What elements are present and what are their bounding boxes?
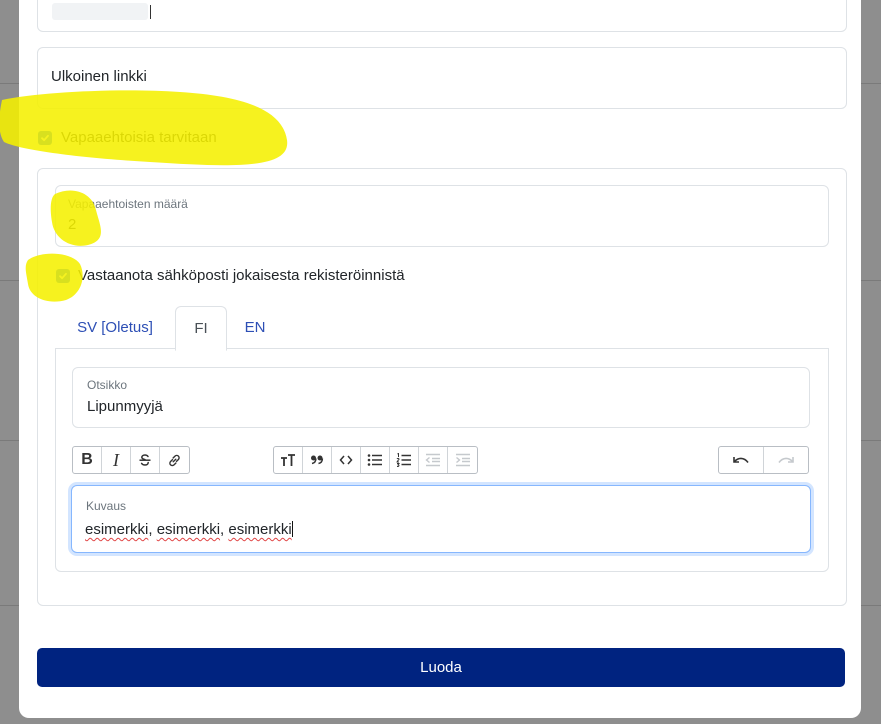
create-button[interactable]: Luoda [37,648,845,687]
italic-icon[interactable]: I [102,447,131,473]
description-value: esimerkki, esimerkki, esimerkki [85,521,293,538]
tab-fi[interactable]: FI [175,306,227,351]
description-label: Kuvaus [86,499,127,513]
undo-icon[interactable] [719,447,764,473]
numbered-list-icon[interactable] [390,447,419,473]
link-icon[interactable] [160,447,189,473]
toolbar-format-group: B I [72,446,190,474]
volunteers-needed-checkbox[interactable] [38,131,52,145]
email-on-registration-checkbox[interactable] [56,269,70,283]
quote-icon[interactable] [303,447,332,473]
volunteer-count-label: Vapaaehtoisten määrä [68,197,188,211]
bullet-list-icon[interactable] [361,447,390,473]
checkmark-icon [41,134,49,142]
tab-sv[interactable]: SV [Oletus] [58,306,172,348]
title-label: Otsikko [87,378,128,392]
indent-icon[interactable] [448,447,477,473]
volunteer-count-value: 2 [68,216,77,233]
redo-icon[interactable] [764,447,808,473]
code-icon[interactable] [332,447,361,473]
external-link-field[interactable]: Ulkoinen linkki [37,47,847,109]
previous-field-value [52,3,148,20]
toolbar-history-group [718,446,809,474]
tab-en[interactable]: EN [228,306,282,348]
text-cursor [150,5,151,19]
previous-field[interactable] [37,0,847,32]
volunteers-needed-label[interactable]: Vapaaehtoisia tarvitaan [61,129,217,146]
description-word: esimerkki [156,521,221,538]
email-on-registration-label[interactable]: Vastaanota sähköposti jokaisesta rekiste… [78,267,405,284]
strikethrough-icon[interactable] [131,447,160,473]
bold-icon[interactable]: B [73,447,102,473]
text-size-icon[interactable] [274,447,303,473]
description-word: esimerkki [85,521,149,538]
title-value: Lipunmyyjä [87,398,163,415]
external-link-label: Ulkoinen linkki [51,68,147,85]
toolbar-block-group [273,446,478,474]
checkmark-icon [59,272,67,280]
description-word: esimerkki [228,521,292,538]
outdent-icon[interactable] [419,447,448,473]
description-separator: , [148,521,157,538]
description-field[interactable]: Kuvaus esimerkki, esimerkki, esimerkki [71,485,811,553]
title-field[interactable]: Otsikko Lipunmyyjä [72,367,810,428]
volunteer-count-field[interactable]: Vapaaehtoisten määrä 2 [55,185,829,247]
text-cursor [291,521,293,537]
